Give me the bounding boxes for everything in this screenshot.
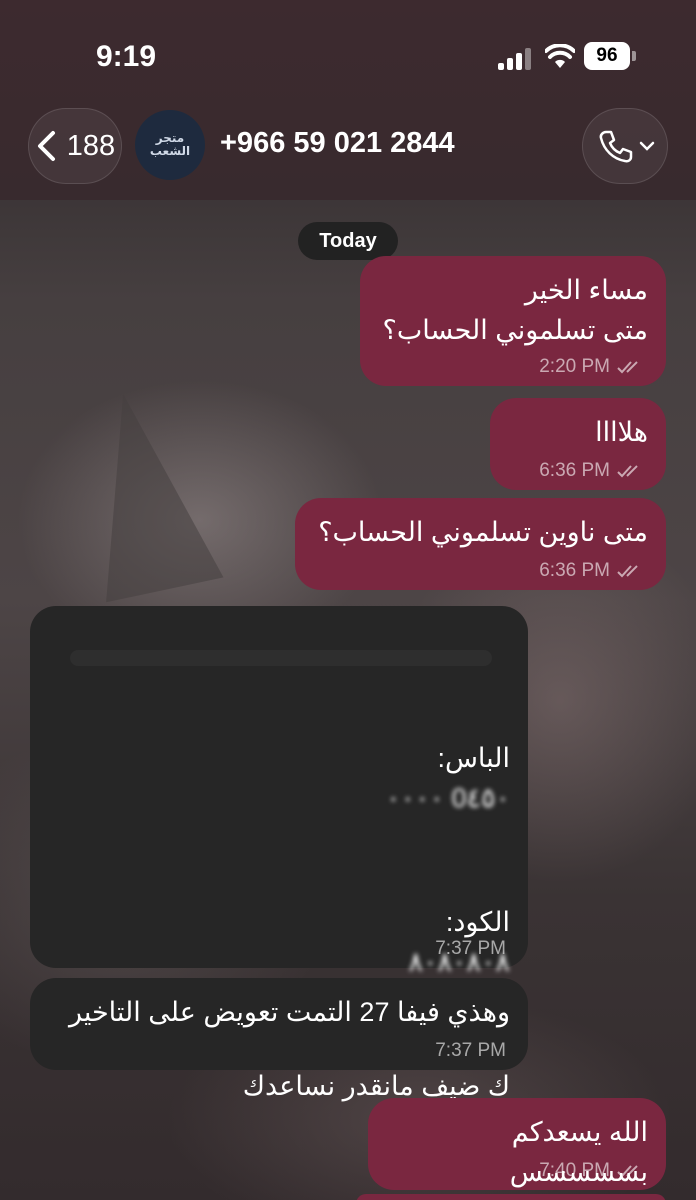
message-text: هلاااا	[595, 417, 648, 447]
message-text: وهذي فيفا 27 التمت تعويض على التاخير	[68, 997, 510, 1027]
back-chevron-icon	[37, 131, 55, 161]
message-time: 7:40 PM	[539, 1160, 610, 1181]
status-bar: 9:19 96	[0, 0, 696, 110]
date-separator: Today	[298, 222, 398, 260]
battery-tip	[632, 51, 636, 61]
wifi-icon	[545, 44, 575, 68]
double-check-icon	[617, 465, 638, 478]
status-time: 9:19	[96, 40, 157, 73]
unread-count: 188	[66, 129, 116, 162]
password-value: 0٤٥٠ ٠٠٠٠	[385, 783, 510, 813]
message-meta: 7:37 PM	[30, 938, 528, 960]
message-time: 6:36 PM	[539, 560, 610, 581]
message-text: متى ناوين تسلموني الحساب؟	[318, 517, 648, 547]
message-bubble-outgoing[interactable]: مساء الخير متى تسلموني الحساب؟ 2:20 PM	[360, 256, 666, 386]
code-label: الكود:	[445, 907, 510, 937]
message-bubble-incoming[interactable]: وهذي فيفا 27 التمت تعويض على التاخير 7:3…	[30, 978, 528, 1070]
message-time: 7:37 PM	[435, 938, 506, 959]
call-button[interactable]	[582, 108, 668, 184]
message-text: مساء الخير متى تسلموني الحساب؟	[382, 275, 648, 345]
message-bubble-incoming[interactable]: الباس: 0٤٥٠ ٠٠٠٠ الكود: ٨٠٨٠٨٠٨ لاتسجل د…	[30, 606, 528, 1101]
double-check-icon	[617, 361, 638, 374]
message-bubble-outgoing[interactable]: متى ناوين تسلموني الحساب؟ 6:36 PM	[295, 498, 666, 590]
message-bubble-outgoing[interactable]: الله يسعدكم بسسسسس 7:40 PM	[368, 1098, 666, 1190]
phone-icon	[599, 130, 633, 163]
obscured-text	[70, 650, 492, 666]
message-meta: 7:40 PM	[368, 1160, 666, 1182]
chevron-down-icon	[639, 141, 655, 151]
code-line: الكود: ٨٠٨٠٨٠٨	[48, 862, 510, 982]
message-time: 6:36 PM	[539, 460, 610, 481]
avatar-text-line2: الشعب	[149, 144, 191, 158]
message-meta: 2:20 PM	[360, 356, 666, 378]
password-line: الباس: 0٤٥٠ ٠٠٠٠	[48, 698, 510, 818]
chat-header: 9:19 96 188 متجر الشعب +966 59 021 2844	[0, 0, 696, 200]
contact-name[interactable]: +966 59 021 2844	[220, 127, 455, 160]
signal-icon	[498, 48, 532, 70]
wallpaper-cat-ear	[64, 381, 224, 603]
message-bubble-partial	[356, 1194, 666, 1200]
battery-icon: 96	[584, 42, 630, 70]
message-time: 2:20 PM	[539, 356, 610, 377]
message-meta: 7:37 PM	[30, 1040, 528, 1062]
message-bubble-outgoing[interactable]: هلاااا 6:36 PM	[490, 398, 666, 490]
password-label: الباس:	[437, 743, 510, 773]
double-check-icon	[617, 1165, 638, 1178]
message-time: 7:37 PM	[435, 1040, 506, 1061]
message-meta: 6:36 PM	[490, 460, 666, 482]
avatar[interactable]: متجر الشعب	[135, 110, 205, 180]
back-button[interactable]: 188	[28, 108, 122, 184]
double-check-icon	[617, 565, 638, 578]
message-meta: 6:36 PM	[295, 560, 666, 582]
